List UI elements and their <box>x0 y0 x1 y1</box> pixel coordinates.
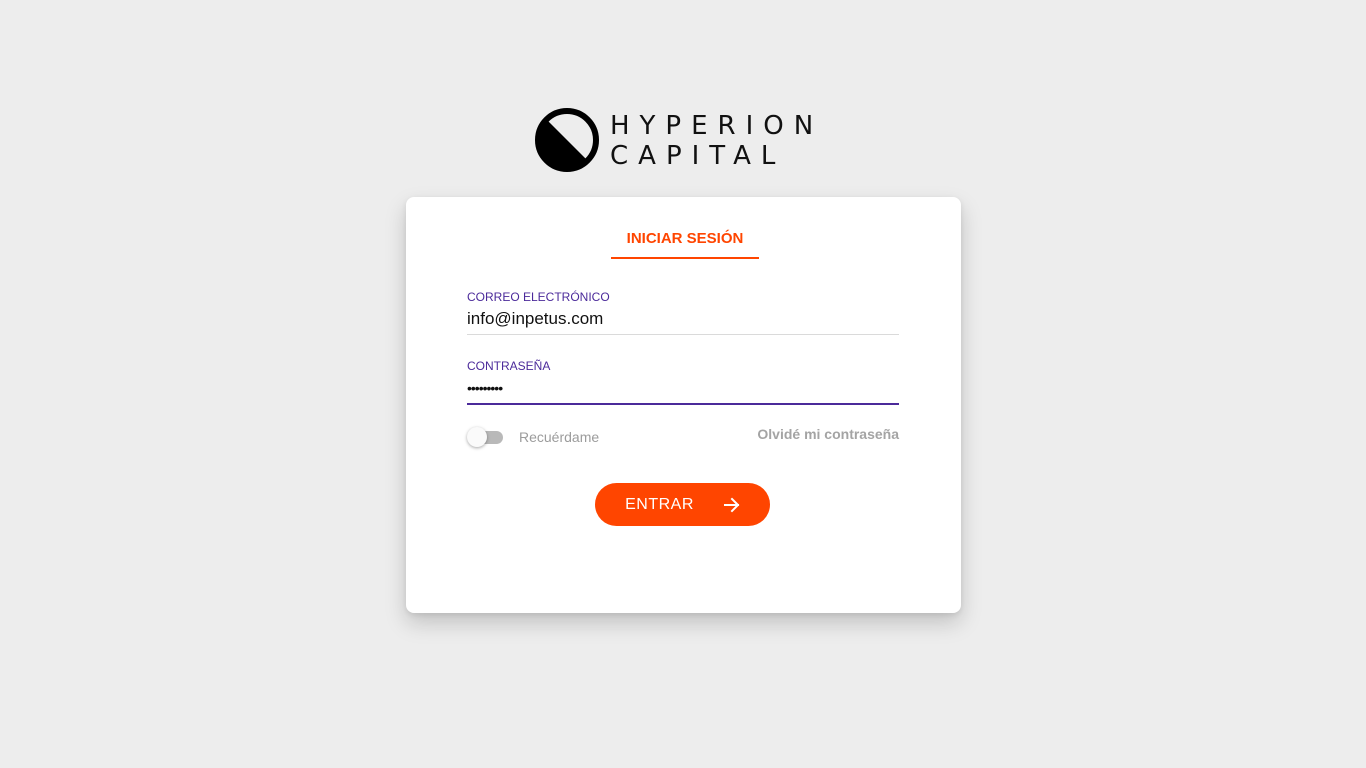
hyperion-logo-icon <box>535 108 599 172</box>
arrow-right-icon <box>723 497 740 513</box>
switch-thumb <box>467 427 487 447</box>
brand-logo: HYPERION CAPITAL <box>534 107 834 175</box>
email-field[interactable] <box>467 305 899 335</box>
forgot-password-link[interactable]: Olvidé mi contraseña <box>757 426 899 442</box>
logo-wordmark: HYPERION CAPITAL <box>610 111 823 171</box>
tab-login[interactable]: INICIAR SESIÓN <box>611 221 759 259</box>
email-field-group: CORREO ELECTRÓNICO <box>467 289 899 335</box>
remember-label: Recuérdame <box>519 429 600 445</box>
remember-switch[interactable] <box>467 427 503 447</box>
submit-button[interactable]: ENTRAR <box>595 483 770 526</box>
password-label: CONTRASEÑA <box>467 359 551 373</box>
submit-label: ENTRAR <box>625 495 694 513</box>
remember-me-toggle[interactable]: Recuérdame <box>467 426 599 448</box>
login-card: INICIAR SESIÓN CORREO ELECTRÓNICO CONTRA… <box>406 197 961 613</box>
logo-line-1: HYPERION <box>610 111 824 141</box>
password-field-group: CONTRASEÑA <box>467 358 899 405</box>
logo-line-2: CAPITAL <box>610 141 786 171</box>
email-label: CORREO ELECTRÓNICO <box>467 290 610 304</box>
password-field[interactable] <box>467 374 899 405</box>
